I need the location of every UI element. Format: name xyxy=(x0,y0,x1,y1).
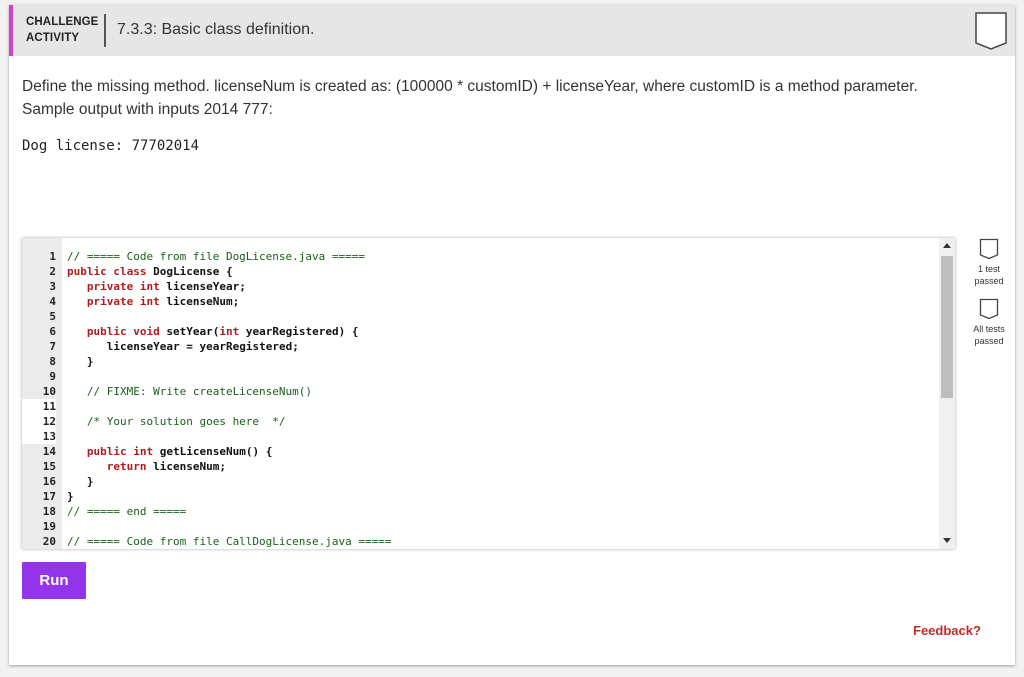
line-number: 9 xyxy=(49,370,56,383)
activity-type-line1: CHALLENGE xyxy=(26,16,99,28)
code-text[interactable]: licenseYear = yearRegistered; xyxy=(67,339,299,354)
code-line[interactable]: 8 } xyxy=(22,354,93,369)
activity-header: CHALLENGE ACTIVITY 7.3.3: Basic class de… xyxy=(9,5,1015,56)
code-text[interactable]: public int getLicenseNum() { xyxy=(67,444,272,459)
code-text[interactable]: } xyxy=(67,474,94,489)
line-number: 3 xyxy=(49,280,56,293)
code-editor[interactable]: 1 // ===== Code from file DogLicense.java… xyxy=(22,238,955,549)
instructions-line-1: Define the missing method. licenseNum is… xyxy=(22,78,918,95)
line-number: 8 xyxy=(49,355,56,368)
line-number: 7 xyxy=(49,340,56,353)
code-line[interactable]: 7 licenseYear = yearRegistered; xyxy=(22,339,298,354)
code-line[interactable]: 19 xyxy=(22,519,56,534)
test-badge-2: All tests passed xyxy=(969,298,1009,347)
code-line[interactable]: 5 xyxy=(22,309,56,324)
line-number: 16 xyxy=(42,475,56,488)
instructions-line-2: Sample output with inputs 2014 777: xyxy=(22,101,273,118)
line-number: 2 xyxy=(49,265,56,278)
code-line[interactable]: 6 public void setYear(int yearRegistered… xyxy=(22,324,358,339)
code-line[interactable]: 13 xyxy=(22,429,56,444)
line-number: 14 xyxy=(42,445,56,458)
code-text[interactable]: public class DogLicense { xyxy=(67,264,233,279)
run-button[interactable]: Run xyxy=(22,562,86,599)
line-number: 5 xyxy=(49,310,56,323)
code-text[interactable]: public void setYear(int yearRegistered) … xyxy=(67,324,359,339)
line-number: 19 xyxy=(42,520,56,533)
line-number: 18 xyxy=(42,505,56,518)
line-number: 15 xyxy=(42,460,56,473)
code-line[interactable]: 3 private int licenseYear; xyxy=(22,279,245,294)
code-line[interactable]: 18 // ===== end ===== xyxy=(22,504,186,519)
code-line[interactable]: 14 public int getLicenseNum() { xyxy=(22,444,273,459)
code-line[interactable]: 15 return licenseNum; xyxy=(22,459,226,474)
test-badge-1-label-2: passed xyxy=(974,276,1004,286)
test-badge-1-icon xyxy=(979,238,999,260)
line-number: 11 xyxy=(22,399,56,414)
code-text[interactable]: // ===== Code from file DogLicense.java … xyxy=(67,249,365,264)
editor-scrollbar[interactable] xyxy=(939,238,955,549)
line-number: 1 xyxy=(49,250,56,263)
code-line[interactable]: 4 private int licenseNum; xyxy=(22,294,239,309)
code-text[interactable]: } xyxy=(67,354,94,369)
test-badge-2-label-1: All tests xyxy=(973,324,1005,334)
activity-type-line2: ACTIVITY xyxy=(26,32,80,44)
code-text[interactable]: return licenseNum; xyxy=(67,459,226,474)
sample-output: Dog license: 77702014 xyxy=(22,138,200,154)
completion-badge-icon xyxy=(975,12,1007,50)
code-text[interactable]: private int licenseNum; xyxy=(67,294,239,309)
line-number: 6 xyxy=(49,325,56,338)
code-line[interactable]: 11 xyxy=(22,399,56,414)
line-number: 4 xyxy=(49,295,56,308)
test-badge-1-label-1: 1 test xyxy=(977,264,1000,274)
code-text[interactable]: // FIXME: Write createLicenseNum() xyxy=(67,384,312,399)
instructions: Define the missing method. licenseNum is… xyxy=(22,75,1002,121)
code-line[interactable]: 10 // FIXME: Write createLicenseNum() xyxy=(22,384,312,399)
line-number: 12 xyxy=(22,414,56,429)
activity-type-label: CHALLENGE ACTIVITY xyxy=(26,14,98,46)
code-line[interactable]: 17} xyxy=(22,489,74,504)
code-line[interactable]: 9 xyxy=(22,369,56,384)
code-lines[interactable]: 1 // ===== Code from file DogLicense.java… xyxy=(22,249,392,549)
test-badge-2-label-2: passed xyxy=(974,336,1004,346)
code-text[interactable]: private int licenseYear; xyxy=(67,279,246,294)
line-number: 17 xyxy=(42,490,56,503)
challenge-activity-card: CHALLENGE ACTIVITY 7.3.3: Basic class de… xyxy=(9,5,1015,665)
test-badge-2-icon xyxy=(979,298,999,320)
code-line[interactable]: 12 /* Your solution goes here */ xyxy=(22,414,286,429)
code-line[interactable]: 20 // ===== Code from file CallDogLicense… xyxy=(22,534,392,549)
code-text[interactable]: /* Your solution goes here */ xyxy=(67,414,286,429)
header-divider xyxy=(104,14,106,47)
line-number: 13 xyxy=(22,429,56,444)
test-badge-1: 1 test passed xyxy=(969,238,1009,287)
feedback-link[interactable]: Feedback? xyxy=(913,623,981,638)
scroll-down-arrow-icon[interactable] xyxy=(943,538,951,543)
code-text[interactable]: // ===== end ===== xyxy=(67,504,186,519)
code-text[interactable]: } xyxy=(67,489,74,504)
code-line[interactable]: 16 } xyxy=(22,474,94,489)
code-text[interactable]: // ===== Code from file CallDogLicense.j… xyxy=(67,534,392,549)
scrollbar-thumb[interactable] xyxy=(941,256,953,398)
line-number: 20 xyxy=(42,535,56,548)
code-line[interactable]: 1 // ===== Code from file DogLicense.java… xyxy=(22,249,365,264)
scroll-up-arrow-icon[interactable] xyxy=(943,243,951,248)
line-number: 10 xyxy=(42,385,56,398)
activity-title: 7.3.3: Basic class definition. xyxy=(117,21,315,38)
code-line[interactable]: 2 public class DogLicense { xyxy=(22,264,232,279)
